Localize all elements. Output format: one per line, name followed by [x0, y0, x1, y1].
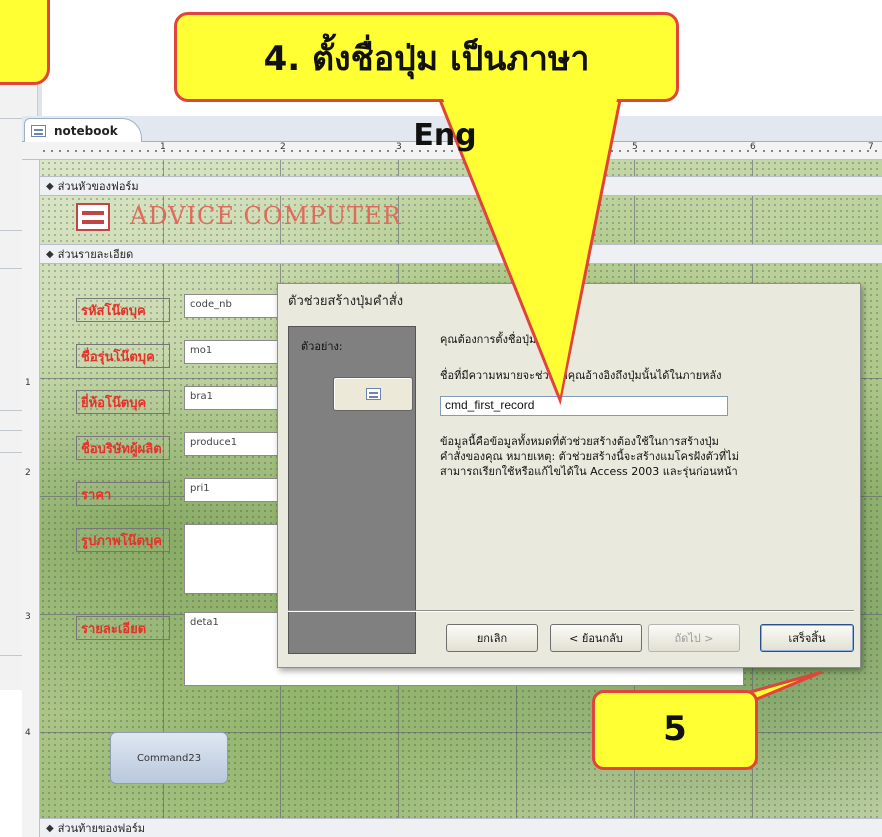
callout-step-5-text: 5 — [663, 709, 687, 749]
callout-step-4-eng: Eng — [413, 118, 477, 153]
callout-step-5: 5 — [592, 690, 758, 770]
